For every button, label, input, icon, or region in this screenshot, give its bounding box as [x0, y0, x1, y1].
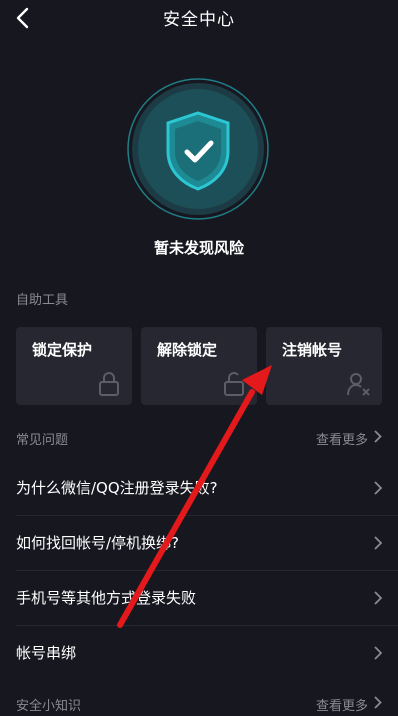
chevron-right-icon: [374, 480, 383, 499]
tools-section-label: 自助工具: [16, 293, 69, 308]
chevron-right-icon: [374, 696, 382, 713]
tool-label: 注销帐号: [282, 341, 343, 359]
shield-check-icon: [126, 77, 270, 221]
header: 安全中心: [0, 0, 398, 34]
chevron-right-icon: [374, 645, 383, 664]
page-title: 安全中心: [163, 10, 235, 30]
tool-label: 解除锁定: [157, 341, 218, 359]
faq-item-text: 为什么微信/QQ注册登录失败?: [16, 479, 218, 497]
chevron-right-icon: [374, 430, 382, 447]
chevron-right-icon: [374, 590, 383, 609]
chevron-right-icon: [374, 535, 383, 554]
unlock-card[interactable]: 解除锁定: [141, 327, 257, 405]
faq-item[interactable]: 帐号串绑: [0, 625, 398, 680]
faq-item-text: 手机号等其他方式登录失败: [16, 589, 197, 607]
tips-see-more-link[interactable]: 查看更多: [316, 695, 382, 714]
cancel-account-card[interactable]: 注销帐号: [266, 327, 382, 405]
faq-item-text: 帐号串绑: [16, 644, 77, 662]
tool-cards: 锁定保护 解除锁定 注销帐号: [16, 327, 382, 405]
risk-status-text: 暂未发现风险: [153, 239, 244, 257]
faq-section-label: 常见问题: [16, 433, 69, 448]
lock-icon: [96, 371, 122, 397]
tips-section-label: 安全小知识: [16, 699, 82, 714]
faq-see-more-link[interactable]: 查看更多: [316, 429, 382, 448]
lock-protection-card[interactable]: 锁定保护: [16, 327, 132, 405]
faq-item[interactable]: 为什么微信/QQ注册登录失败?: [0, 460, 398, 515]
faq-item-text: 如何找回帐号/停机换绑?: [16, 534, 180, 552]
faq-item[interactable]: 手机号等其他方式登录失败: [0, 570, 398, 625]
unlock-icon: [221, 371, 247, 397]
tool-label: 锁定保护: [32, 341, 93, 359]
remove-user-icon: [346, 371, 372, 397]
see-more-label: 查看更多: [315, 699, 368, 714]
see-more-label: 查看更多: [315, 433, 368, 448]
security-center-page: 安全中心 暂未发现风险 自助工具 锁定保护 解除锁定 注销帐号 常见问题 查看更…: [0, 0, 398, 716]
faq-item[interactable]: 如何找回帐号/停机换绑?: [0, 515, 398, 570]
